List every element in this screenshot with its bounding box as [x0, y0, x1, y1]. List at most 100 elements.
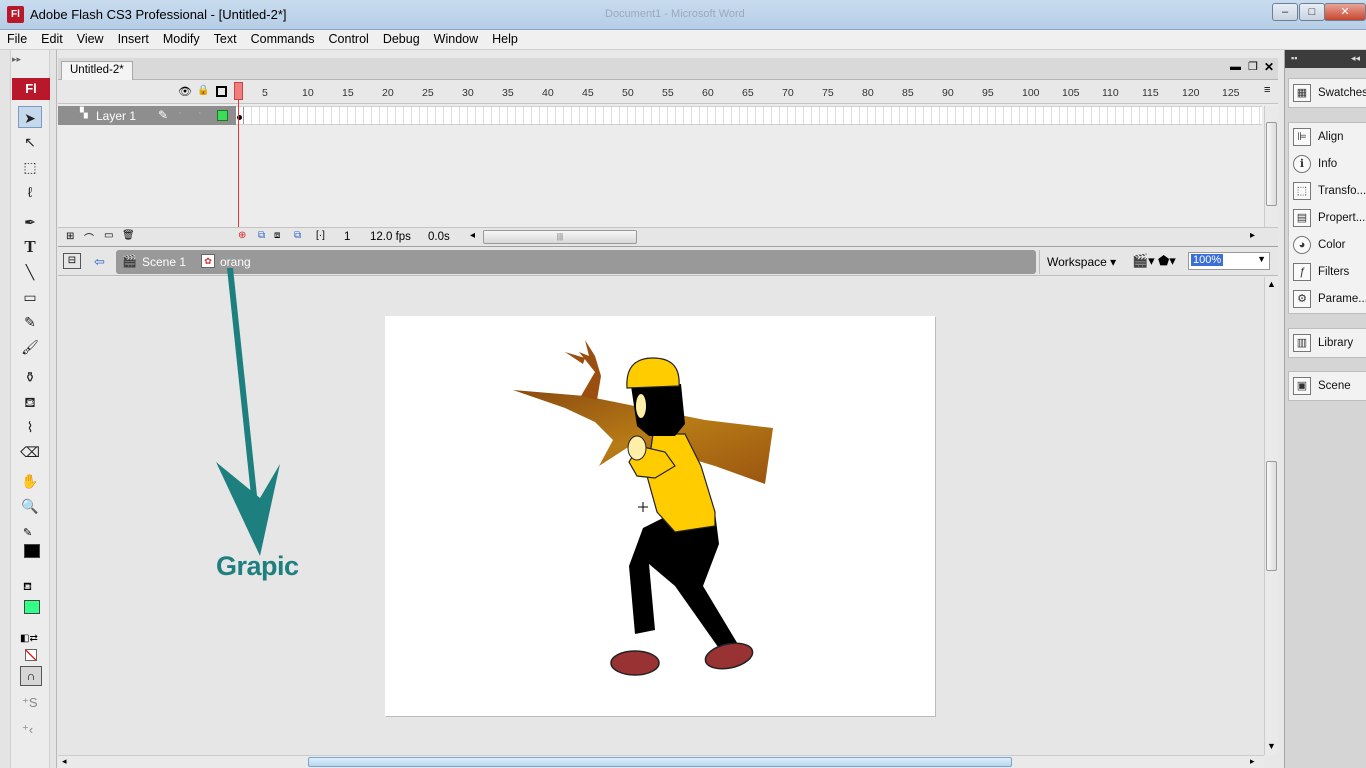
- insert-layer-icon[interactable]: ⊞: [66, 231, 74, 242]
- doc-minimize-icon[interactable]: ▬: [1230, 61, 1241, 73]
- scroll-left-icon[interactable]: ◂: [470, 230, 475, 241]
- edit-multiple-frames-icon[interactable]: ⧉: [294, 230, 301, 241]
- menu-debug[interactable]: Debug: [376, 30, 427, 46]
- layer-row[interactable]: ▚ Layer 1 ✎ · ·: [58, 106, 236, 125]
- lasso-tool-icon[interactable]: ℓ: [18, 181, 42, 203]
- panel-collapse-icon[interactable]: ▸▸: [12, 54, 21, 65]
- stage-vscroll-thumb[interactable]: [1266, 461, 1277, 571]
- eye-icon[interactable]: 👁: [178, 85, 192, 98]
- scroll-right-icon[interactable]: ▸: [1250, 230, 1255, 241]
- panel-library[interactable]: ▥ Library: [1289, 330, 1366, 357]
- swap-colors-icon[interactable]: ◧⇄: [20, 633, 38, 644]
- menu-insert[interactable]: Insert: [111, 30, 156, 46]
- no-color-icon[interactable]: [25, 649, 37, 661]
- stroke-color-swatch[interactable]: [24, 544, 40, 558]
- character-artwork[interactable]: [385, 316, 935, 716]
- panel-properties[interactable]: ▤ Propert...: [1289, 205, 1366, 232]
- brush-tool-icon[interactable]: 🖌: [18, 336, 42, 358]
- menu-text[interactable]: Text: [207, 30, 244, 46]
- pencil-tool-icon[interactable]: ✎: [18, 311, 42, 333]
- line-tool-icon[interactable]: ╲: [18, 261, 42, 283]
- menu-window[interactable]: Window: [427, 30, 485, 46]
- hscroll-left-icon[interactable]: ◂: [62, 756, 67, 767]
- text-tool-icon[interactable]: T: [18, 236, 42, 258]
- color-icon: ◕: [1293, 236, 1311, 254]
- timeline-hscroll-thumb[interactable]: |||: [483, 230, 637, 244]
- frames-row[interactable]: [236, 106, 1262, 125]
- menu-commands[interactable]: Commands: [244, 30, 322, 46]
- hand-tool-icon[interactable]: ✋: [18, 470, 42, 492]
- dock-collapse-icon[interactable]: ◂◂: [1351, 53, 1360, 64]
- dock-grip-icon[interactable]: ▪▪: [1291, 53, 1297, 63]
- edit-symbols-icon[interactable]: ⬟▾: [1158, 253, 1176, 269]
- free-transform-tool-icon[interactable]: ⬚: [18, 156, 42, 178]
- menu-view[interactable]: View: [70, 30, 111, 46]
- minimize-button[interactable]: –: [1272, 3, 1298, 21]
- stage[interactable]: [385, 316, 935, 716]
- timeline-vscrollbar[interactable]: [1264, 106, 1278, 227]
- doc-close-icon[interactable]: ✕: [1264, 60, 1274, 74]
- add-motion-guide-icon[interactable]: ⌒: [84, 230, 94, 245]
- layer-visibility-dot[interactable]: ·: [178, 107, 182, 119]
- onion-skin-icon[interactable]: ⧉: [258, 230, 265, 241]
- pen-tool-icon[interactable]: ✒: [18, 211, 42, 233]
- subselection-tool-icon[interactable]: ↖: [18, 131, 42, 153]
- maximize-button[interactable]: □: [1299, 3, 1325, 21]
- panel-swatches[interactable]: ▦ Swatches: [1289, 80, 1366, 107]
- close-button[interactable]: ✕: [1324, 3, 1366, 21]
- zoom-chevron-down-icon[interactable]: ▼: [1257, 254, 1266, 264]
- menu-edit[interactable]: Edit: [34, 30, 70, 46]
- insert-folder-icon[interactable]: ▭: [104, 230, 113, 241]
- ink-bottle-tool-icon[interactable]: ⚱: [18, 366, 42, 388]
- center-frame-icon[interactable]: ⊕: [238, 230, 246, 241]
- playhead[interactable]: [234, 82, 243, 100]
- panel-parameters[interactable]: ⚙ Parame...: [1289, 286, 1366, 313]
- document-tab[interactable]: Untitled-2*: [61, 61, 133, 80]
- smooth-icon[interactable]: ⁺S: [22, 695, 38, 711]
- stage-hscrollbar[interactable]: ◂ ▸: [58, 755, 1264, 768]
- zoom-tool-icon[interactable]: 🔍: [18, 495, 42, 517]
- frame-rate[interactable]: 12.0 fps: [370, 231, 411, 243]
- panel-info[interactable]: ℹ Info: [1289, 151, 1366, 178]
- straighten-icon[interactable]: ⁺‹: [22, 722, 33, 738]
- doc-restore-icon[interactable]: ❐: [1248, 60, 1258, 73]
- timeline-vscroll-thumb[interactable]: [1266, 122, 1277, 206]
- layer-lock-dot[interactable]: ·: [198, 107, 202, 119]
- hscroll-right-icon[interactable]: ▸: [1250, 756, 1255, 767]
- timeline-toggle-icon[interactable]: ⊟: [63, 253, 81, 269]
- fill-color-swatch[interactable]: [24, 600, 40, 614]
- panel-transform[interactable]: ⬚ Transfo...: [1289, 178, 1366, 205]
- panel-color[interactable]: ◕ Color: [1289, 232, 1366, 259]
- layer-name[interactable]: Layer 1: [96, 109, 136, 123]
- eraser-tool-icon[interactable]: ⌫: [18, 441, 42, 463]
- panel-align[interactable]: ⊫ Align: [1289, 124, 1366, 151]
- lock-icon[interactable]: 🔒: [197, 85, 209, 96]
- outline-icon[interactable]: [216, 86, 227, 97]
- stage-vscrollbar[interactable]: ▲ ▼: [1264, 277, 1278, 755]
- zoom-value[interactable]: 100%: [1191, 254, 1224, 266]
- modify-onion-markers-icon[interactable]: [·]: [316, 230, 325, 241]
- workspace-menu[interactable]: Workspace ▾: [1047, 255, 1116, 269]
- panel-filters[interactable]: ƒ Filters: [1289, 259, 1366, 286]
- breadcrumb-scene[interactable]: Scene 1: [142, 255, 186, 269]
- onion-outline-icon[interactable]: ⧈: [274, 230, 280, 241]
- rectangle-tool-icon[interactable]: ▭: [18, 286, 42, 308]
- edit-scene-icon[interactable]: 🎬▾: [1132, 253, 1155, 269]
- snap-to-objects-icon[interactable]: ∩: [20, 666, 42, 686]
- eyedropper-tool-icon[interactable]: ⌇: [18, 416, 42, 438]
- stage-hscroll-thumb[interactable]: [308, 757, 1012, 767]
- menu-modify[interactable]: Modify: [156, 30, 207, 46]
- panel-scene[interactable]: ▣ Scene: [1289, 373, 1366, 400]
- zoom-dropdown[interactable]: 100% ▼: [1188, 252, 1270, 270]
- menu-file[interactable]: File: [0, 30, 34, 46]
- layer-outline-color[interactable]: [217, 110, 228, 121]
- timeline-menu-icon[interactable]: ≡: [1264, 84, 1270, 96]
- selection-tool-icon[interactable]: ➤: [18, 106, 42, 128]
- menu-control[interactable]: Control: [322, 30, 376, 46]
- scroll-down-icon[interactable]: ▼: [1267, 741, 1276, 751]
- scroll-up-icon[interactable]: ▲: [1267, 279, 1276, 289]
- menu-help[interactable]: Help: [485, 30, 525, 46]
- back-arrow-icon[interactable]: ⇦: [94, 254, 105, 270]
- delete-layer-icon[interactable]: 🗑: [122, 230, 135, 241]
- paint-bucket-tool-icon[interactable]: ⛾: [18, 391, 42, 413]
